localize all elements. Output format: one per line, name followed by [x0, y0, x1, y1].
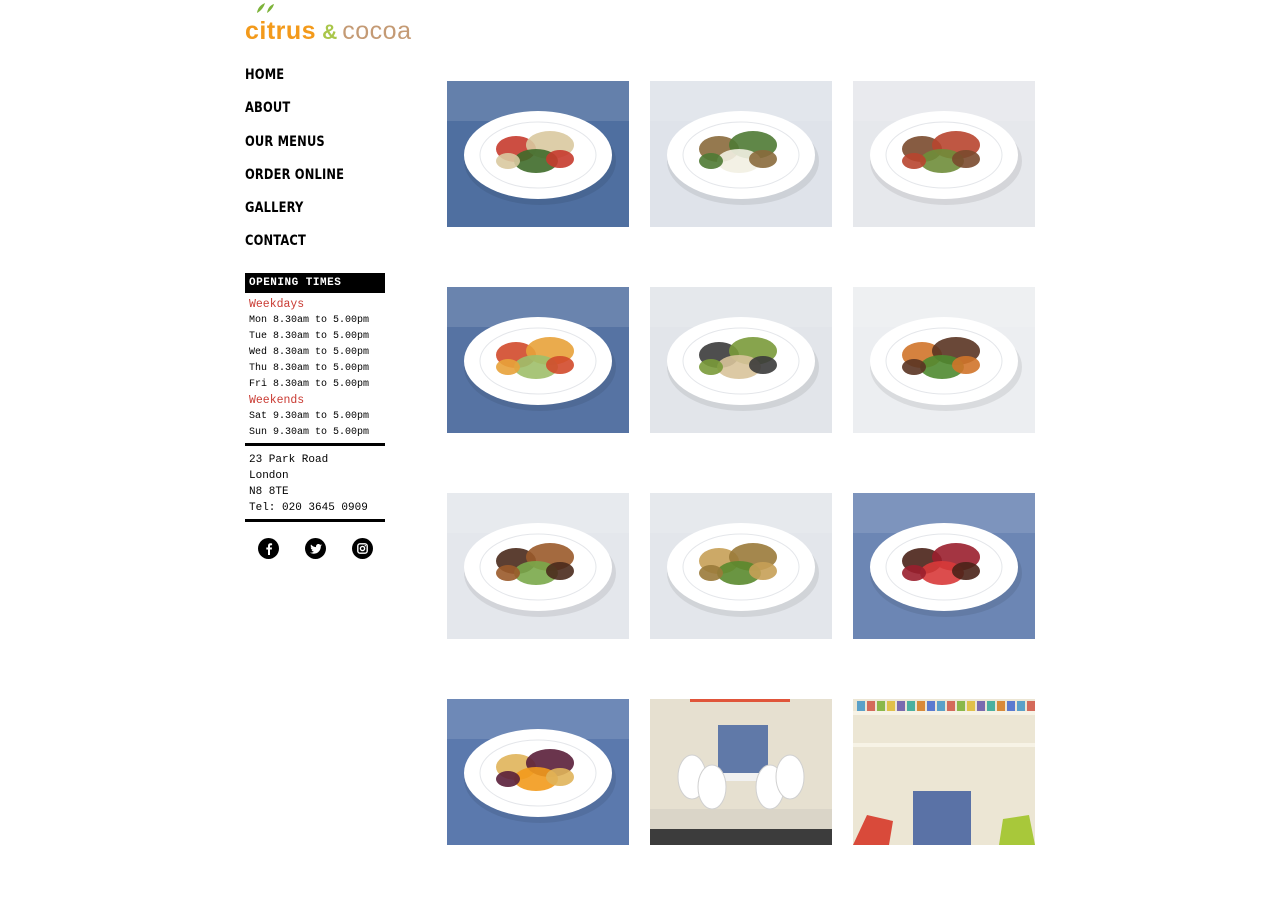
hours-row-sun: Sun 9.30am to 5.00pm	[249, 427, 370, 438]
logo-cocoa-text: cocoa	[342, 17, 412, 45]
address-city: London	[249, 470, 289, 482]
gallery-photo-image	[447, 287, 629, 433]
nav-item-gallery: GALLERY	[245, 199, 366, 232]
hours-row-wed: Wed 8.30am to 5.00pm	[249, 347, 370, 358]
gallery-photo-image	[853, 81, 1035, 227]
logo-citrus-text: citrus	[245, 17, 317, 45]
facebook-icon[interactable]	[258, 538, 279, 559]
dining-table-photo[interactable]	[650, 699, 832, 845]
tomato-bean-salad-photo[interactable]	[447, 287, 629, 433]
address-telephone: Tel: 020 3645 0909	[249, 502, 368, 514]
halloumi-grain-salad-photo[interactable]	[650, 493, 832, 639]
opening-times-panel: OPENING TIMES Weekdays Mon 8.30am to 5.0…	[245, 273, 385, 559]
seared-tuna-photo[interactable]	[650, 287, 832, 433]
glazed-chicken-bowl-photo[interactable]	[447, 493, 629, 639]
hours-row-sat: Sat 9.30am to 5.00pm	[249, 411, 370, 422]
gallery-photo-image	[650, 81, 832, 227]
nav-link-our-menus[interactable]: OUR MENUS	[245, 134, 325, 150]
instagram-icon[interactable]	[352, 538, 373, 559]
nav-link-home[interactable]: HOME	[245, 67, 284, 83]
gallery-photo-image	[447, 493, 629, 639]
nav-item-our-menus: OUR MENUS	[245, 133, 366, 166]
leaf-icon	[257, 3, 274, 13]
chocolate-brownie-photo[interactable]	[853, 493, 1035, 639]
nav-link-contact[interactable]: CONTACT	[245, 233, 306, 249]
opening-times-list: Weekdays Mon 8.30am to 5.00pm Tue 8.30am…	[245, 293, 385, 441]
twitter-icon[interactable]	[305, 538, 326, 559]
opening-times-title: OPENING TIMES	[245, 273, 385, 293]
nav-link-about[interactable]: ABOUT	[245, 100, 290, 116]
lentil-feta-salad-photo[interactable]	[650, 81, 832, 227]
meat-salad-photo[interactable]	[853, 81, 1035, 227]
nav-item-order-online: ORDER ONLINE	[245, 166, 366, 199]
address-block: 23 Park Road London N8 8TE Tel: 020 3645…	[245, 446, 385, 516]
weekends-heading: Weekends	[249, 394, 305, 407]
hours-row-mon: Mon 8.30am to 5.00pm	[249, 315, 370, 326]
photo-gallery	[447, 81, 1035, 845]
gallery-photo-image	[447, 699, 629, 845]
gallery-photo-image	[853, 287, 1035, 433]
main-nav: HOME ABOUT OUR MENUS ORDER ONLINE GALLER…	[245, 66, 366, 266]
weekdays-heading: Weekdays	[249, 298, 305, 311]
nav-link-order-online[interactable]: ORDER ONLINE	[245, 167, 344, 183]
address-postcode: N8 8TE	[249, 486, 289, 498]
gallery-photo-image	[853, 493, 1035, 639]
gallery-photo-image	[650, 493, 832, 639]
hours-row-fri: Fri 8.30am to 5.00pm	[249, 379, 370, 390]
sweet-potato-beef-photo[interactable]	[853, 287, 1035, 433]
gallery-photo-image	[650, 699, 832, 845]
gallery-photo-image	[853, 699, 1035, 845]
site-logo[interactable]: citrus & cocoa	[245, 3, 435, 45]
orange-polenta-cake-photo[interactable]	[447, 699, 629, 845]
nav-item-home: HOME	[245, 66, 366, 99]
logo-ampersand: &	[322, 21, 338, 44]
chickpea-salad-photo[interactable]	[447, 81, 629, 227]
gallery-photo-image	[447, 81, 629, 227]
nav-item-contact: CONTACT	[245, 232, 366, 265]
gallery-photo-image	[650, 287, 832, 433]
hours-row-thu: Thu 8.30am to 5.00pm	[249, 363, 370, 374]
hours-row-tue: Tue 8.30am to 5.00pm	[249, 331, 370, 342]
nav-link-gallery[interactable]: GALLERY	[245, 200, 303, 216]
social-links	[245, 522, 385, 559]
nav-item-about: ABOUT	[245, 99, 366, 132]
interior-shelves-photo[interactable]	[853, 699, 1035, 845]
address-street: 23 Park Road	[249, 454, 329, 466]
